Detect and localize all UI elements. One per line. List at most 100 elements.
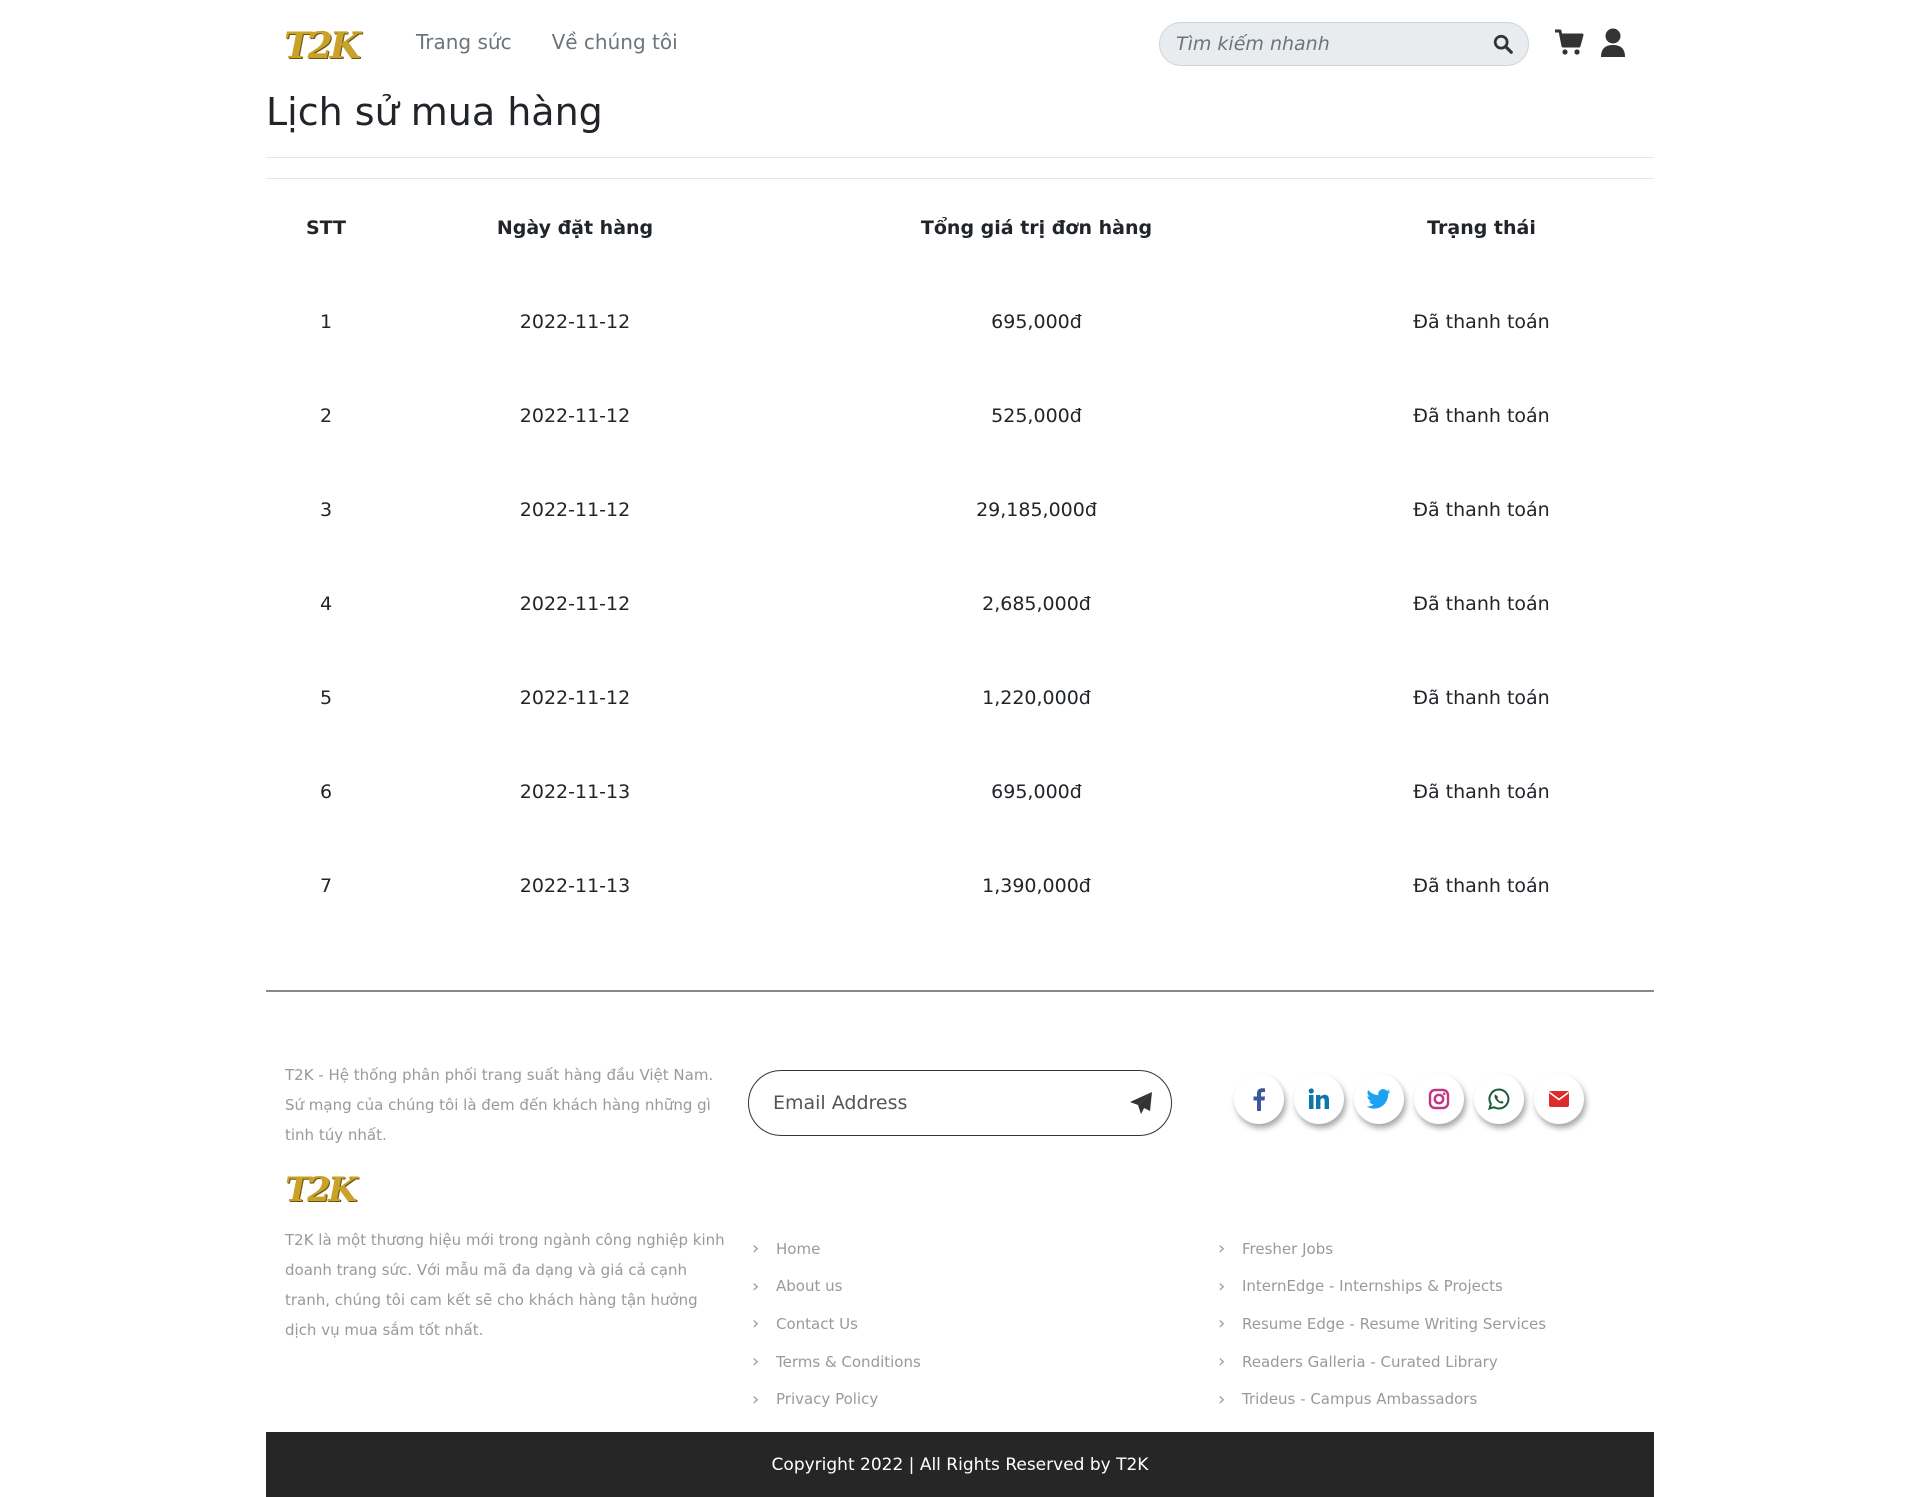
column-header-order-date: Ngày đặt hàng: [496, 216, 654, 239]
column-header-total: Tổng giá trị đơn hàng: [920, 216, 1153, 239]
order-history-table: STT Ngày đặt hàng Tổng giá trị đơn hàng …: [266, 180, 1654, 933]
footer-link-terms[interactable]: › Terms & Conditions: [752, 1343, 921, 1381]
cell-index: 3: [319, 499, 333, 521]
cell-total: 1,390,000đ: [982, 875, 1091, 897]
footer-logo-text: T2K: [285, 1170, 357, 1210]
cell-order-date: 2022-11-12: [519, 405, 631, 427]
footer-link-label: Trideus - Campus Ambassadors: [1242, 1390, 1478, 1409]
footer-link-label: Terms & Conditions: [776, 1352, 921, 1371]
cell-index: 4: [319, 593, 333, 615]
cell-status: Đã thanh toán: [1413, 405, 1550, 427]
cell-order-date: 2022-11-12: [519, 687, 631, 709]
footer-link-label: InternEdge - Internships & Projects: [1242, 1277, 1503, 1296]
chevron-right-icon: ›: [752, 1313, 760, 1335]
cart-icon[interactable]: [1554, 28, 1584, 56]
table-row: 4 2022-11-12 2,685,000đ Đã thanh toán: [266, 557, 1654, 651]
cell-order-date: 2022-11-13: [519, 781, 631, 803]
cell-status: Đã thanh toán: [1413, 687, 1550, 709]
newsletter-form: [748, 1070, 1172, 1136]
search-input[interactable]: [1176, 23, 1476, 65]
footer-about-short: T2K - Hệ thống phân phối trang suất hàng…: [285, 1066, 714, 1144]
footer-links-col2: › Fresher Jobs › InternEdge - Internship…: [1218, 1230, 1546, 1418]
cell-index: 1: [319, 311, 333, 333]
footer-link-label: Resume Edge - Resume Writing Services: [1242, 1314, 1547, 1333]
chevron-right-icon: ›: [1218, 1313, 1226, 1335]
column-header-status: Trạng thái: [1427, 216, 1536, 239]
cell-status: Đã thanh toán: [1413, 499, 1550, 521]
chevron-right-icon: ›: [752, 1351, 760, 1373]
footer-divider: [266, 990, 1654, 992]
brand-logo[interactable]: T2K: [284, 22, 361, 70]
chevron-right-icon: ›: [752, 1275, 760, 1297]
instagram-icon[interactable]: [1414, 1074, 1464, 1124]
cell-status: Đã thanh toán: [1413, 311, 1550, 333]
footer-link-trideus[interactable]: › Trideus - Campus Ambassadors: [1218, 1380, 1546, 1418]
footer-link-contact[interactable]: › Contact Us: [752, 1305, 921, 1343]
footer-link-resume-edge[interactable]: › Resume Edge - Resume Writing Services: [1218, 1305, 1546, 1343]
cell-order-date: 2022-11-13: [519, 875, 631, 897]
footer-link-internedge[interactable]: › InternEdge - Internships & Projects: [1218, 1268, 1546, 1306]
divider: [266, 178, 1654, 179]
twitter-icon[interactable]: [1354, 1074, 1404, 1124]
column-header-index: STT: [305, 216, 347, 239]
cell-index: 7: [319, 875, 333, 897]
nav-link-jewelry[interactable]: Trang sức: [416, 30, 512, 54]
footer-link-label: Readers Galleria - Curated Library: [1242, 1352, 1498, 1371]
cell-total: 29,185,000đ: [976, 499, 1097, 521]
footer-link-readers-galleria[interactable]: › Readers Galleria - Curated Library: [1218, 1343, 1546, 1381]
cell-index: 2: [319, 405, 333, 427]
nav-link-about[interactable]: Về chúng tôi: [552, 30, 678, 54]
cell-status: Đã thanh toán: [1413, 875, 1550, 897]
table-row: 3 2022-11-12 29,185,000đ Đã thanh toán: [266, 463, 1654, 557]
footer-link-privacy[interactable]: › Privacy Policy: [752, 1380, 921, 1418]
table-header-row: STT Ngày đặt hàng Tổng giá trị đơn hàng …: [266, 180, 1654, 275]
footer-logo[interactable]: T2K: [285, 1166, 357, 1214]
footer-link-label: About us: [776, 1277, 843, 1296]
footer-link-home[interactable]: › Home: [752, 1230, 921, 1268]
copyright-text: Copyright 2022 | All Rights Reserved by …: [771, 1454, 1149, 1475]
brand-logo-text: T2K: [284, 25, 361, 67]
search-icon[interactable]: [1492, 33, 1516, 57]
cell-total: 525,000đ: [991, 405, 1082, 427]
linkedin-icon[interactable]: [1294, 1074, 1344, 1124]
cell-total: 695,000đ: [991, 781, 1082, 803]
footer-link-about[interactable]: › About us: [752, 1268, 921, 1306]
facebook-icon[interactable]: [1234, 1074, 1284, 1124]
cell-index: 5: [319, 687, 333, 709]
chevron-right-icon: ›: [1218, 1238, 1226, 1260]
footer-about-long: T2K là một thương hiệu mới trong ngành c…: [285, 1231, 725, 1339]
cell-index: 6: [319, 781, 333, 803]
table-row: 2 2022-11-12 525,000đ Đã thanh toán: [266, 369, 1654, 463]
page-title: Lịch sử mua hàng: [266, 90, 603, 134]
cell-status: Đã thanh toán: [1413, 593, 1550, 615]
footer-link-fresher-jobs[interactable]: › Fresher Jobs: [1218, 1230, 1546, 1268]
chevron-right-icon: ›: [1218, 1275, 1226, 1297]
divider: [266, 157, 1654, 158]
footer-link-label: Fresher Jobs: [1242, 1239, 1334, 1258]
footer-link-label: Privacy Policy: [776, 1390, 879, 1409]
chevron-right-icon: ›: [1218, 1388, 1226, 1410]
social-links: [1234, 1074, 1584, 1124]
email-input[interactable]: [773, 1071, 1103, 1135]
copyright-bar: Copyright 2022 | All Rights Reserved by …: [266, 1432, 1654, 1497]
table-row: 5 2022-11-12 1,220,000đ Đã thanh toán: [266, 651, 1654, 745]
footer-link-label: Home: [776, 1239, 821, 1258]
search-bar: [1159, 22, 1529, 66]
footer-links-col1: › Home › About us › Contact Us › Terms &…: [752, 1230, 921, 1418]
table-row: 1 2022-11-12 695,000đ Đã thanh toán: [266, 275, 1654, 369]
cell-status: Đã thanh toán: [1413, 781, 1550, 803]
cell-total: 1,220,000đ: [982, 687, 1091, 709]
user-account-icon[interactable]: [1600, 28, 1626, 58]
cell-total: 695,000đ: [991, 311, 1082, 333]
table-row: 6 2022-11-13 695,000đ Đã thanh toán: [266, 745, 1654, 839]
email-icon[interactable]: [1534, 1074, 1584, 1124]
chevron-right-icon: ›: [752, 1238, 760, 1260]
footer-link-label: Contact Us: [776, 1314, 858, 1333]
cell-order-date: 2022-11-12: [519, 499, 631, 521]
cell-order-date: 2022-11-12: [519, 311, 631, 333]
send-icon[interactable]: [1129, 1091, 1155, 1117]
cell-order-date: 2022-11-12: [519, 593, 631, 615]
cell-total: 2,685,000đ: [982, 593, 1091, 615]
table-row: 7 2022-11-13 1,390,000đ Đã thanh toán: [266, 839, 1654, 933]
whatsapp-icon[interactable]: [1474, 1074, 1524, 1124]
